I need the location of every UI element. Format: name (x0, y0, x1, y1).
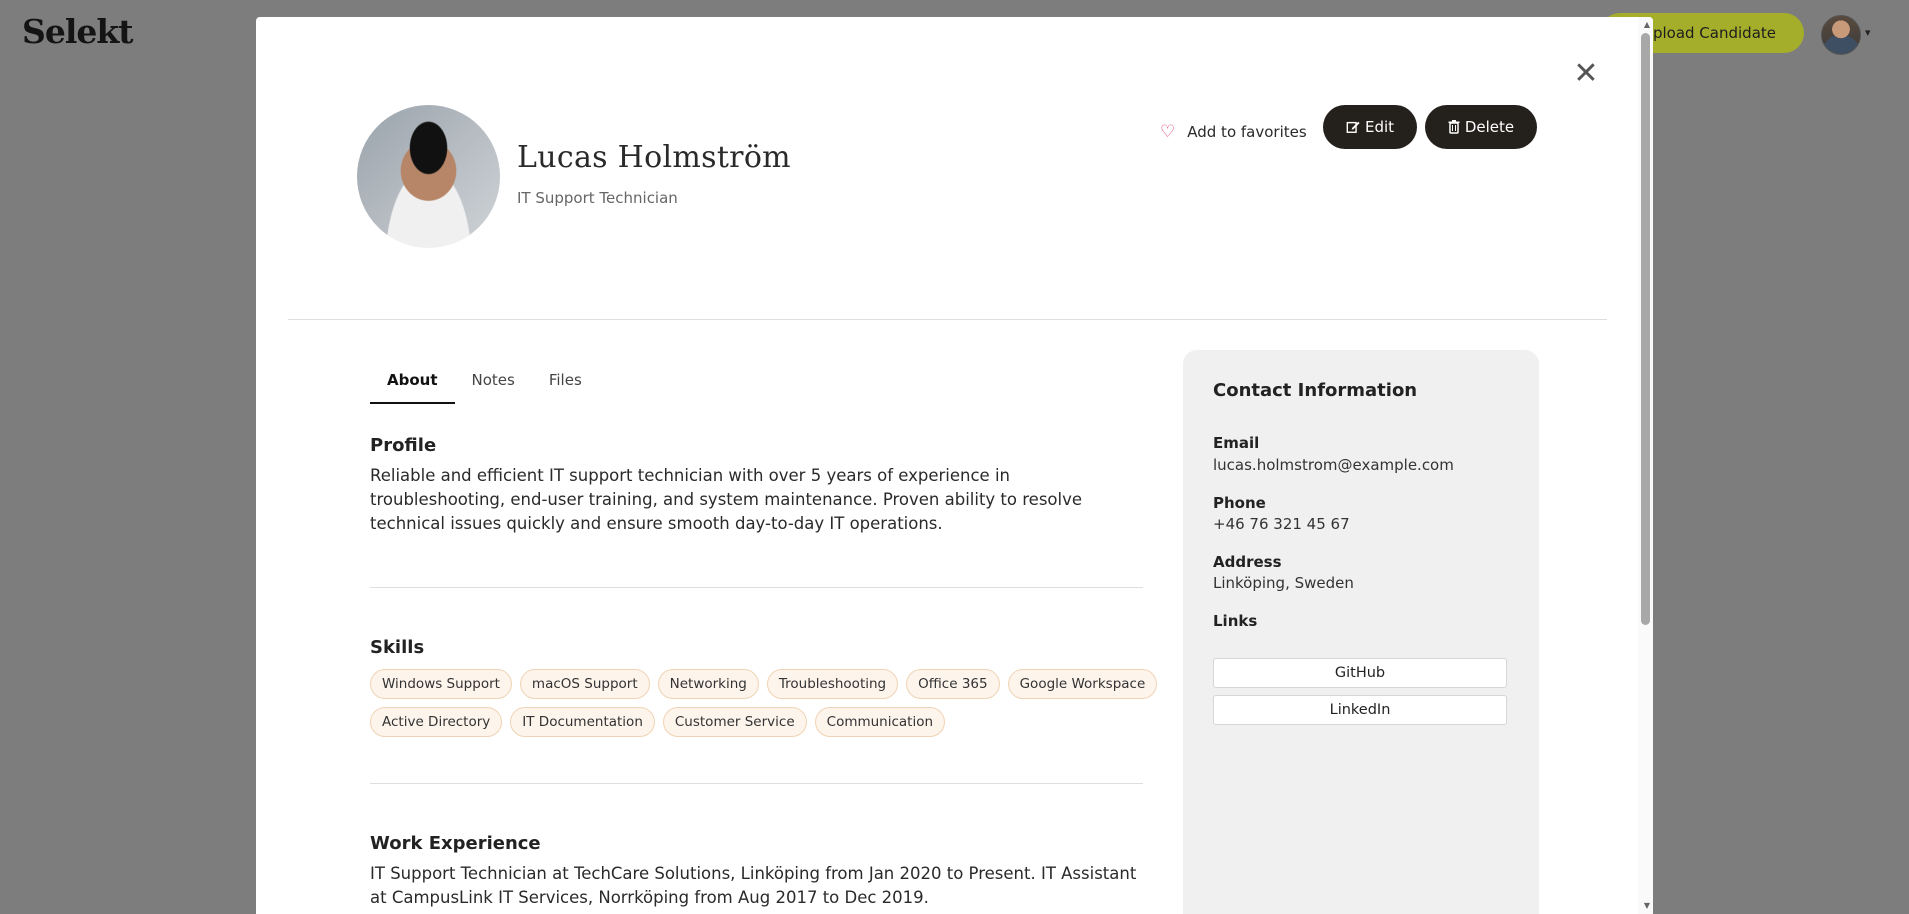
phone-label: Phone (1213, 494, 1266, 512)
section-divider (370, 783, 1143, 784)
section-divider (370, 587, 1143, 588)
work-experience-text: IT Support Technician at TechCare Soluti… (370, 864, 1137, 907)
skills-list: Windows Support macOS Support Networking… (370, 669, 1160, 737)
scroll-up-icon[interactable]: ▲ (1644, 20, 1650, 29)
favorite-label: Add to favorites (1187, 123, 1307, 141)
candidate-name: Lucas Holmström (517, 140, 791, 175)
user-avatar[interactable] (1821, 15, 1861, 55)
skill-chip: Windows Support (370, 669, 512, 699)
skill-chip: Troubleshooting (766, 669, 899, 699)
candidate-avatar (357, 105, 500, 248)
skill-chip: Networking (657, 669, 759, 699)
contact-heading: Contact Information (1213, 380, 1418, 401)
scroll-down-icon[interactable]: ▼ (1644, 901, 1650, 910)
address-label: Address (1213, 553, 1282, 571)
chevron-down-icon[interactable]: ▾ (1865, 26, 1871, 39)
email-value[interactable]: lucas.holmstrom@example.com (1213, 456, 1454, 474)
candidate-modal: ✕ Lucas Holmström IT Support Technician … (256, 17, 1653, 914)
profile-text: Reliable and efficient IT support techni… (370, 466, 1083, 533)
app-logo[interactable]: Selekt (22, 12, 133, 51)
tab-about[interactable]: About (370, 358, 455, 404)
tab-bar: About Notes Files (370, 358, 599, 404)
tab-files[interactable]: Files (532, 358, 599, 404)
header-divider (288, 319, 1607, 320)
delete-button[interactable]: Delete (1425, 105, 1537, 149)
skill-chip: Office 365 (906, 669, 1000, 699)
trash-icon (1448, 120, 1460, 134)
contact-panel: Contact Information Email lucas.holmstro… (1183, 350, 1539, 914)
close-icon[interactable]: ✕ (1572, 59, 1600, 89)
skills-heading: Skills (370, 637, 425, 658)
address-value: Linköping, Sweden (1213, 574, 1354, 592)
scrollbar-thumb[interactable] (1641, 33, 1650, 625)
delete-label: Delete (1464, 118, 1515, 136)
skill-chip: Communication (814, 707, 946, 737)
profile-heading: Profile (370, 435, 437, 456)
heart-outline-icon: ♡ (1160, 122, 1176, 142)
edit-label: Edit (1364, 118, 1395, 136)
skill-chip: Customer Service (662, 707, 807, 737)
skill-chip: Active Directory (370, 707, 503, 737)
skill-chip: macOS Support (519, 669, 650, 699)
phone-value[interactable]: +46 76 321 45 67 (1213, 515, 1350, 533)
email-label: Email (1213, 434, 1260, 452)
tab-notes[interactable]: Notes (455, 358, 532, 404)
skill-chip: IT Documentation (510, 707, 655, 737)
candidate-title: IT Support Technician (517, 189, 678, 207)
github-link-button[interactable]: GitHub (1213, 658, 1507, 688)
linkedin-link-button[interactable]: LinkedIn (1213, 695, 1507, 725)
work-experience-heading: Work Experience (370, 833, 541, 854)
skill-chip: Google Workspace (1007, 669, 1158, 699)
edit-button[interactable]: Edit (1323, 105, 1417, 149)
edit-icon (1346, 121, 1360, 133)
add-to-favorites-button[interactable]: ♡ Add to favorites (1160, 117, 1307, 147)
links-label: Links (1213, 612, 1258, 630)
